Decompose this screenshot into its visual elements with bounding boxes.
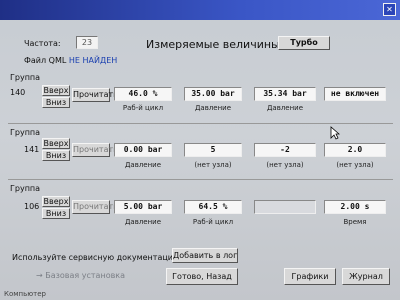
qml-label: Файл QML (24, 56, 67, 65)
close-icon[interactable]: ✕ (383, 3, 396, 16)
group-1-caption-2: Давление (194, 104, 232, 112)
group-1-read-button[interactable]: Прочитать (72, 88, 118, 102)
channel-label: Частота: (24, 39, 61, 48)
group-2-caption-3: (нет узла) (266, 161, 304, 169)
group-3-caption-1: Давление (124, 218, 162, 226)
group-3-read-button[interactable]: Прочитать (72, 200, 118, 214)
group-3-caption-4: Время (343, 218, 367, 226)
group-3-down-button[interactable]: Вниз (42, 208, 70, 219)
basic-setting-text: Базовая установка (45, 271, 126, 280)
divider (8, 179, 393, 180)
group-1-up-button[interactable]: Вверх (42, 85, 70, 96)
group-1-label: Группа (10, 73, 41, 82)
graphs-button[interactable]: Графики (284, 268, 336, 285)
group-2-value-1: 0.00 bar (114, 143, 172, 157)
group-1-down-button[interactable]: Вниз (42, 97, 70, 108)
divider (8, 123, 393, 124)
service-hint: Используйте сервисную документацию! (12, 253, 183, 262)
group-1-value-2: 35.00 bar (184, 87, 242, 101)
group-3-value-1: 5.00 bar (114, 200, 172, 214)
group-1-number: 140 (10, 88, 26, 97)
journal-button[interactable]: Журнал (342, 268, 390, 285)
page-title: Измеряемые величины (146, 38, 280, 51)
group-1-caption-1: Раб-й цикл (122, 104, 164, 112)
group-1-value-1: 46.0 % (114, 87, 172, 101)
group-1-value-4: не включен (324, 87, 386, 101)
mouse-pointer-icon (330, 126, 340, 140)
group-2-caption-2: (нет узла) (194, 161, 232, 169)
group-1-caption-3: Давление (266, 104, 304, 112)
group-3-value-2: 64.5 % (184, 200, 242, 214)
qml-status: НЕ НАЙДЕН (68, 56, 118, 65)
group-2-value-3: -2 (254, 143, 316, 157)
title-bar: ✕ (0, 0, 400, 20)
group-2-caption-1: Давление (124, 161, 162, 169)
group-3-label: Группа (10, 184, 41, 193)
group-2-label: Группа (10, 128, 41, 137)
group-2-value-4: 2.0 (324, 143, 386, 157)
group-1-value-3: 35.34 bar (254, 87, 316, 101)
group-3-number: 106 (24, 202, 40, 211)
qml-file-label: Файл QML НЕ НАЙДЕН (24, 56, 117, 65)
group-3-up-button[interactable]: Вверх (42, 196, 70, 207)
group-3-value-4: 2.00 s (324, 200, 386, 214)
add-to-log-button[interactable]: Добавить в лог (172, 248, 238, 263)
group-2-down-button[interactable]: Вниз (42, 150, 70, 161)
group-3-caption-2: Раб-й цикл (192, 218, 234, 226)
basic-setting-label[interactable]: → Базовая установка (36, 271, 125, 280)
channel-field[interactable]: 23 (76, 36, 98, 49)
window-controls: ✕ (383, 3, 396, 16)
app-window: ✕ Частота: 23 Измеряемые величины Турбо … (0, 0, 400, 300)
arrow-right-icon: → (36, 271, 43, 280)
group-2-value-2: 5 (184, 143, 242, 157)
taskbar-text: Компьютер (4, 290, 46, 298)
group-2-number: 141 (24, 145, 40, 154)
group-2-read-button[interactable]: Прочитать (72, 143, 118, 157)
group-3-value-3 (254, 200, 316, 214)
group-2-caption-4: (нет узла) (336, 161, 374, 169)
turbo-button[interactable]: Турбо (278, 36, 330, 50)
done-back-button[interactable]: Готово, Назад (166, 268, 238, 285)
group-2-up-button[interactable]: Вверх (42, 138, 70, 149)
